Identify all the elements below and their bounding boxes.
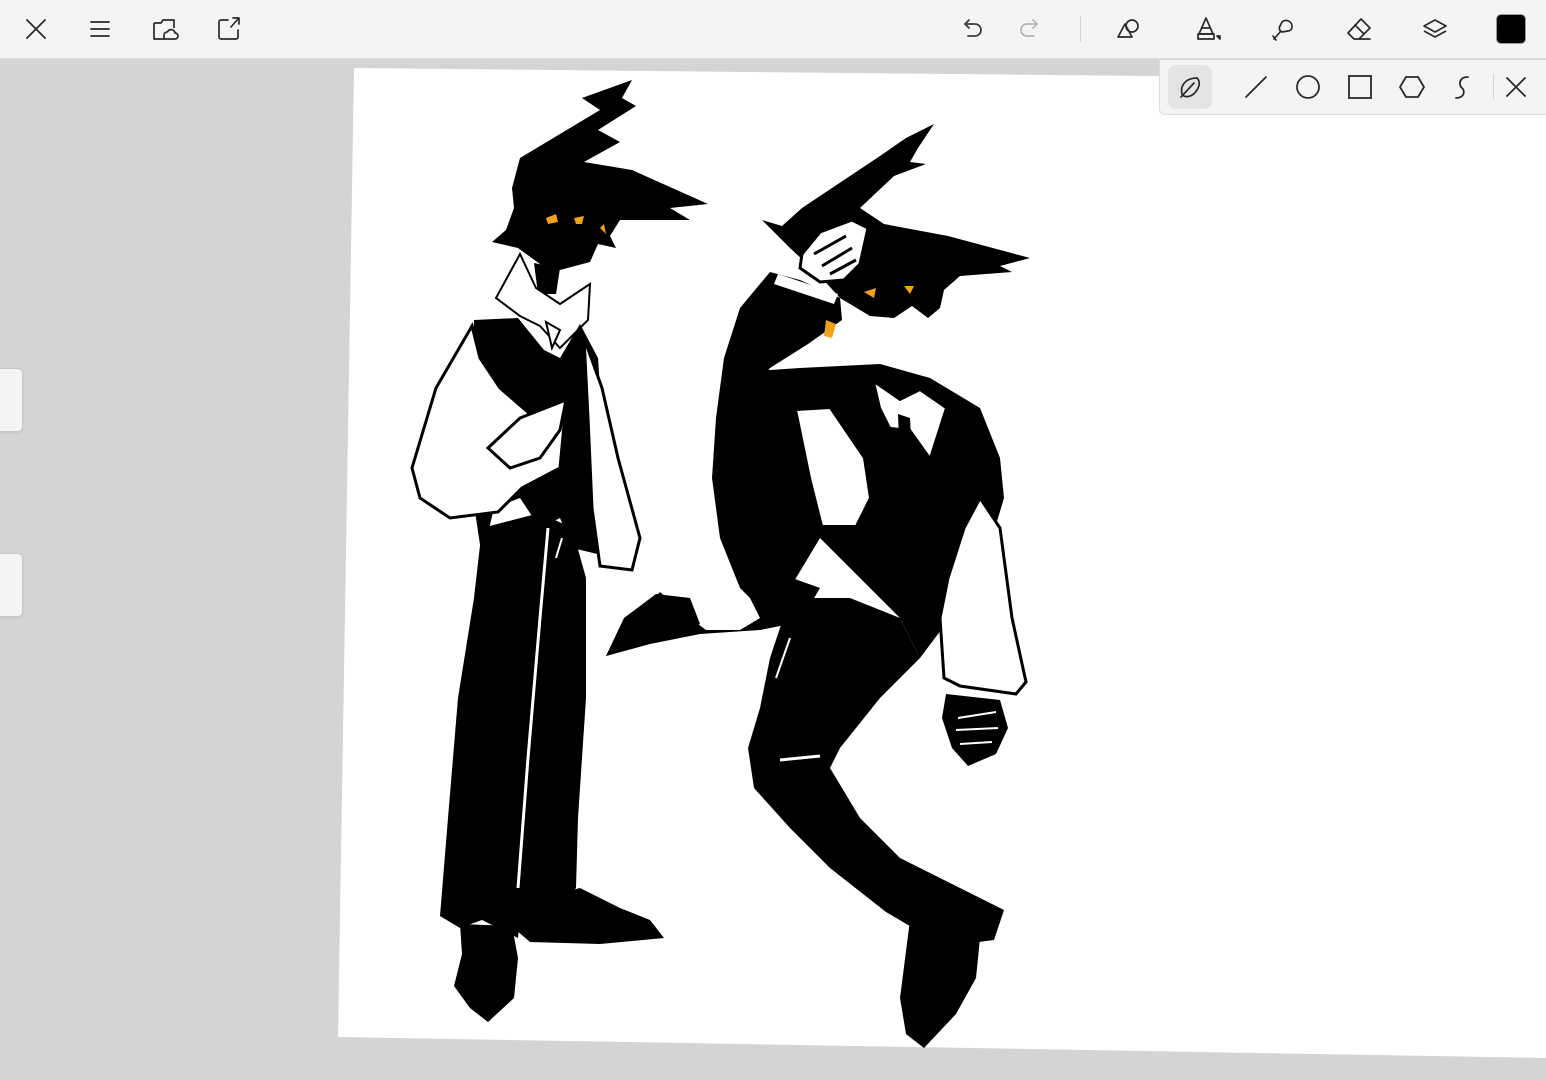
redo-button[interactable] [1008,7,1052,51]
undo-icon [964,19,982,37]
polygon-tool-button[interactable] [1390,65,1434,109]
import-share-icon [218,17,240,40]
layers-button[interactable] [1413,7,1457,51]
close-button[interactable] [14,7,58,51]
smudge-icon [1272,19,1293,41]
eraser-button[interactable] [1337,7,1381,51]
gallery-button[interactable] [143,7,187,51]
line-icon [1245,76,1267,98]
brush-size-slider-handle[interactable] [0,368,23,432]
smudge-button[interactable] [1261,7,1305,51]
polygon-icon [1399,76,1425,98]
toolbar-divider [1080,16,1081,42]
curve-tool-button[interactable] [1440,65,1484,109]
undo-button[interactable] [950,7,994,51]
curve-icon [1455,76,1469,99]
canvas-area[interactable] [0,58,1546,1080]
rectangle-tool-button[interactable] [1338,65,1382,109]
gallery-cloud-icon [153,19,179,40]
top-toolbar [0,0,1546,59]
menu-icon [90,21,110,37]
opacity-slider-handle[interactable] [0,553,23,617]
import-button[interactable] [207,7,251,51]
menu-button[interactable] [78,7,122,51]
shapes-button[interactable] [1107,7,1151,51]
close-icon [1506,77,1526,97]
freehand-icon [1180,77,1201,98]
brush-button[interactable] [1184,7,1228,51]
drawing-canvas[interactable] [0,58,1546,1080]
line-tool-button[interactable] [1234,65,1278,109]
rectangle-icon [1348,75,1372,99]
close-icon [26,19,46,39]
shape-toolbar [1159,60,1546,115]
color-swatch[interactable] [1496,14,1526,44]
layers-icon [1423,19,1447,38]
brush-icon [1197,17,1221,40]
eraser-icon [1347,18,1371,40]
circle-tool-button[interactable] [1286,65,1330,109]
shapes-icon [1117,19,1139,38]
close-shape-toolbar-button[interactable] [1494,65,1538,109]
redo-icon [1020,19,1038,37]
freehand-tool-button[interactable] [1168,65,1212,109]
circle-icon [1296,75,1320,99]
